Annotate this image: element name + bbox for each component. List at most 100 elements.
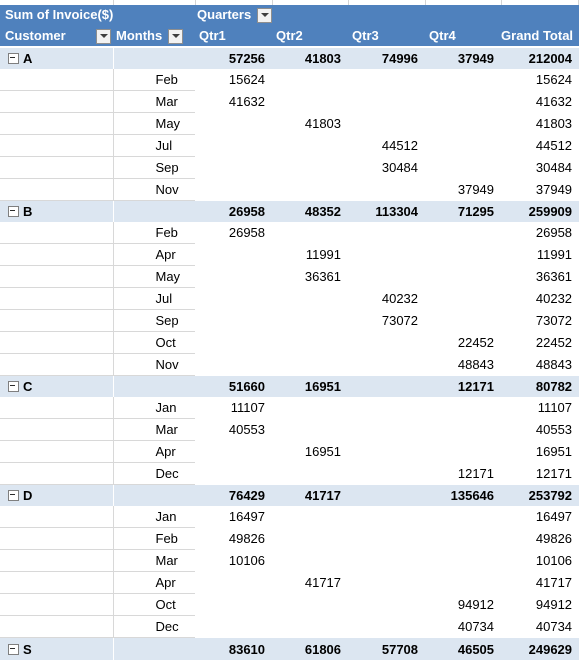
cell-month: [113, 638, 195, 660]
cell-qtr4: [425, 222, 501, 244]
table-row: Sep7307273072: [0, 310, 579, 332]
cell-qtr3: [348, 550, 425, 572]
month-label: Apr: [114, 244, 196, 265]
cell-customer: [0, 463, 113, 485]
cell-value: 94912: [425, 594, 501, 615]
table-row: Dec1217112171: [0, 463, 579, 485]
cell-month: [113, 485, 195, 507]
cell-customer: [0, 550, 113, 572]
value-field-header-cell: Sum of Invoice($): [0, 5, 195, 26]
month-label: Sep: [114, 310, 196, 331]
cell-qtr1: [195, 441, 272, 463]
cell-qtr2: 41803: [272, 113, 348, 135]
cell-qtr1: [195, 244, 272, 266]
column-header-qtr2[interactable]: Qtr2: [272, 26, 348, 48]
cell-customer: [0, 528, 113, 550]
cell-grand-total: 94912: [501, 594, 579, 616]
cell-value: 76429: [195, 485, 272, 506]
cell-qtr2: [272, 463, 348, 485]
quarters-filter-button[interactable]: [257, 8, 272, 23]
month-label: Dec: [114, 616, 196, 637]
cell-qtr1: [195, 594, 272, 616]
cell-customer: [0, 69, 113, 91]
cell-qtr4: 135646: [425, 485, 501, 507]
cell-customer: [0, 354, 113, 376]
cell-qtr2: 16951: [272, 376, 348, 398]
cell-grand-total: 22452: [501, 332, 579, 354]
months-filter-button[interactable]: [168, 29, 183, 44]
cell-qtr1: [195, 135, 272, 157]
cell-qtr1: [195, 310, 272, 332]
cell-qtr1: [195, 616, 272, 638]
minus-box-icon[interactable]: [8, 644, 19, 655]
cell-qtr4: [425, 69, 501, 91]
column-header-grand-total[interactable]: Grand Total: [501, 26, 579, 48]
cell-customer: [0, 332, 113, 354]
cell-value: 40232: [501, 288, 579, 309]
cell-qtr1: [195, 332, 272, 354]
cell-qtr4: [425, 397, 501, 419]
cell-value: 22452: [501, 332, 579, 353]
cell-grand-total: 16497: [501, 506, 579, 528]
table-row: Feb1562415624: [0, 69, 579, 91]
minus-box-icon[interactable]: [8, 53, 19, 64]
chevron-down-icon: [100, 34, 108, 38]
minus-box-icon[interactable]: [8, 206, 19, 217]
month-label: Jul: [114, 135, 196, 156]
cell-qtr1: 10106: [195, 550, 272, 572]
cell-qtr2: [272, 506, 348, 528]
table-row: Jan1110711107: [0, 397, 579, 419]
cell-customer: [0, 179, 113, 201]
cell-qtr3: [348, 376, 425, 398]
cell-grand-total: 30484: [501, 157, 579, 179]
cell-qtr3: 40232: [348, 288, 425, 310]
cell-customer: [0, 244, 113, 266]
cell-grand-total: 40734: [501, 616, 579, 638]
cell-qtr3: [348, 354, 425, 376]
cell-qtr4: 48843: [425, 354, 501, 376]
table-row-subtotal: B269584835211330471295259909: [0, 201, 579, 223]
cell-customer: S: [0, 638, 113, 660]
pivot-rows-body: A57256418037499637949212004Feb1562415624…: [0, 47, 579, 660]
column-header-qtr1[interactable]: Qtr1: [195, 26, 272, 48]
month-label: Feb: [114, 222, 196, 243]
minus-box-icon[interactable]: [8, 490, 19, 501]
cell-month: Dec: [113, 616, 195, 638]
cell-customer: [0, 419, 113, 441]
column-header-qtr4[interactable]: Qtr4: [425, 26, 501, 48]
column-header-qtr3[interactable]: Qtr3: [348, 26, 425, 48]
month-label: Oct: [114, 594, 196, 615]
cell-qtr4: [425, 419, 501, 441]
cell-qtr3: [348, 616, 425, 638]
cell-month: Apr: [113, 244, 195, 266]
cell-qtr4: 71295: [425, 201, 501, 223]
cell-month: Dec: [113, 463, 195, 485]
cell-qtr2: 16951: [272, 441, 348, 463]
cell-qtr3: 113304: [348, 201, 425, 223]
cell-month: Jan: [113, 397, 195, 419]
cell-qtr4: 46505: [425, 638, 501, 660]
cell-grand-total: 11107: [501, 397, 579, 419]
cell-customer: [0, 113, 113, 135]
cell-qtr3: [348, 506, 425, 528]
cell-qtr3: [348, 485, 425, 507]
cell-value: 15624: [195, 69, 272, 90]
customer-name: D: [23, 485, 32, 506]
cell-value: 16951: [272, 376, 348, 397]
cell-customer: [0, 441, 113, 463]
cell-customer: [0, 572, 113, 594]
cell-value: 30484: [348, 157, 425, 178]
cell-value: 26958: [501, 222, 579, 243]
cell-qtr2: [272, 157, 348, 179]
cell-customer: [0, 157, 113, 179]
cell-value: 26958: [195, 222, 272, 243]
cell-month: May: [113, 266, 195, 288]
customer-filter-button[interactable]: [96, 29, 111, 44]
table-row-subtotal: C51660169511217180782: [0, 376, 579, 398]
minus-box-icon[interactable]: [8, 381, 19, 392]
cell-value: 94912: [501, 594, 579, 615]
cell-qtr3: [348, 528, 425, 550]
cell-qtr4: [425, 266, 501, 288]
cell-value: 11107: [501, 397, 579, 418]
cell-qtr2: [272, 310, 348, 332]
